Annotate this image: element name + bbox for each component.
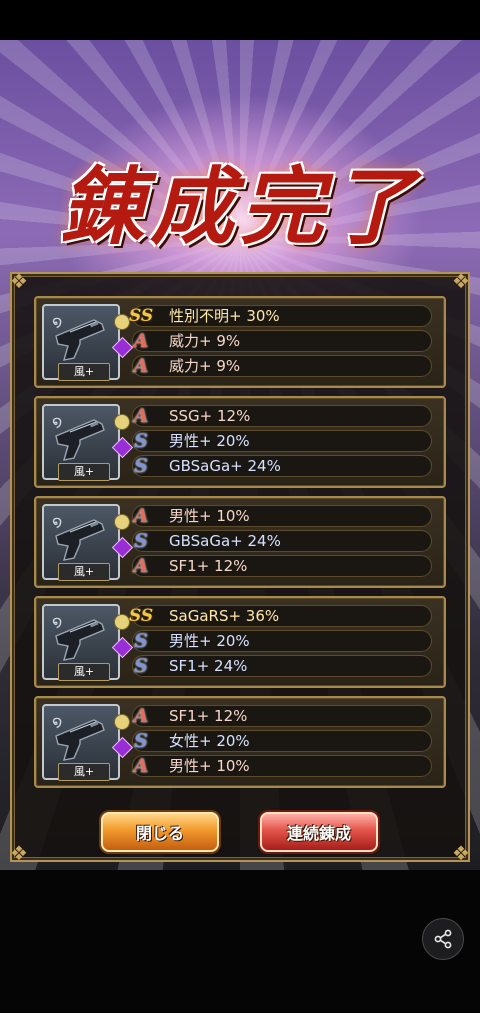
bottom-area xyxy=(0,870,480,1013)
rank-a-icon: A xyxy=(133,705,149,727)
rank-s-icon: S xyxy=(134,530,148,552)
pistol-icon xyxy=(55,419,105,461)
continue-refine-button[interactable]: 連続錬成 xyxy=(260,812,378,852)
status-bar xyxy=(0,0,480,40)
effect-row: A SF1+ 12% xyxy=(132,555,432,577)
weapon-result-card: ໑風+ A SSG+ 12% S 男性+ 20% S GBSaGa+ 24% xyxy=(34,396,446,488)
weapon-result-card: ໑風+ SS SaGaRS+ 36% S 男性+ 20% S SF1+ 24% xyxy=(34,596,446,688)
effect-text: 男性+ 20% xyxy=(169,632,250,650)
gold-gem-icon xyxy=(114,614,130,630)
effect-text: 男性+ 10% xyxy=(169,757,250,775)
rank-ss-icon: SS xyxy=(129,606,154,626)
effect-text: SF1+ 12% xyxy=(169,707,248,725)
effect-row: SS SaGaRS+ 36% xyxy=(129,605,432,627)
effect-text: SF1+ 24% xyxy=(169,657,248,675)
rank-a-icon: A xyxy=(133,505,149,527)
effect-row: S SF1+ 24% xyxy=(132,655,432,677)
effect-text: SSG+ 12% xyxy=(169,407,251,425)
weapon-element-tag: 風+ xyxy=(58,463,110,481)
rank-a-icon: A xyxy=(133,330,149,352)
rank-s-icon: S xyxy=(134,630,148,652)
effect-text: 女性+ 20% xyxy=(169,732,250,750)
effect-row: A 男性+ 10% xyxy=(132,755,432,777)
share-button[interactable] xyxy=(422,918,464,960)
effect-row: S 男性+ 20% xyxy=(132,630,432,652)
weapon-result-card: ໑風+ SS 性別不明+ 30% A 威力+ 9% A 威力+ 9% xyxy=(34,296,446,388)
effect-text: 男性+ 10% xyxy=(169,507,250,525)
effect-text: SaGaRS+ 36% xyxy=(169,607,280,625)
gold-gem-icon xyxy=(114,414,130,430)
effect-text: 威力+ 9% xyxy=(169,357,241,375)
weapon-element-tag: 風+ xyxy=(58,763,110,781)
weapon-result-card: ໑風+ A 男性+ 10% S GBSaGa+ 24% A SF1+ 12% xyxy=(34,496,446,588)
corner-ornament-icon: ❖ xyxy=(452,269,470,293)
rank-a-icon: A xyxy=(133,555,149,577)
gold-gem-icon xyxy=(114,514,130,530)
pistol-icon xyxy=(55,519,105,561)
effect-text: 男性+ 20% xyxy=(169,432,250,450)
effect-row: A 威力+ 9% xyxy=(132,355,432,377)
effect-row: S 男性+ 20% xyxy=(132,430,432,452)
rank-s-icon: S xyxy=(134,455,148,477)
weapon-element-tag: 風+ xyxy=(58,563,110,581)
pistol-icon xyxy=(55,319,105,361)
effect-text: GBSaGa+ 24% xyxy=(169,457,281,475)
effect-row: A SF1+ 12% xyxy=(132,705,432,727)
weapon-thumbnail[interactable]: ໑風+ xyxy=(42,604,134,681)
rank-s-icon: S xyxy=(134,655,148,677)
effect-row: A SSG+ 12% xyxy=(132,405,432,427)
weapon-element-tag: 風+ xyxy=(58,363,110,381)
gold-gem-icon xyxy=(114,314,130,330)
share-icon xyxy=(434,929,452,949)
effect-text: 性別不明+ 30% xyxy=(169,307,280,325)
rank-a-icon: A xyxy=(133,405,149,427)
pistol-icon xyxy=(55,619,105,661)
effect-row: SS 性別不明+ 30% xyxy=(129,305,432,327)
effect-row: S 女性+ 20% xyxy=(132,730,432,752)
effect-row: S GBSaGa+ 24% xyxy=(132,530,432,552)
weapon-thumbnail[interactable]: ໑風+ xyxy=(42,504,134,581)
result-title: 錬成完了 xyxy=(59,156,420,256)
weapon-thumbnail[interactable]: ໑風+ xyxy=(42,704,134,781)
rank-s-icon: S xyxy=(134,730,148,752)
gold-gem-icon xyxy=(114,714,130,730)
effect-text: 威力+ 9% xyxy=(169,332,241,350)
close-button[interactable]: 閉じる xyxy=(101,812,219,852)
weapon-thumbnail[interactable]: ໑風+ xyxy=(42,304,134,381)
corner-ornament-icon: ❖ xyxy=(10,269,28,293)
effect-row: A 威力+ 9% xyxy=(132,330,432,352)
effect-row: S GBSaGa+ 24% xyxy=(132,455,432,477)
rank-ss-icon: SS xyxy=(129,306,154,326)
effect-row: A 男性+ 10% xyxy=(132,505,432,527)
weapon-thumbnail[interactable]: ໑風+ xyxy=(42,404,134,481)
weapon-element-tag: 風+ xyxy=(58,663,110,681)
rank-a-icon: A xyxy=(133,755,149,777)
pistol-icon xyxy=(55,719,105,761)
rank-a-icon: A xyxy=(133,355,149,377)
weapon-result-card: ໑風+ A SF1+ 12% S 女性+ 20% A 男性+ 10% xyxy=(34,696,446,788)
effect-text: GBSaGa+ 24% xyxy=(169,532,281,550)
effect-text: SF1+ 12% xyxy=(169,557,248,575)
corner-ornament-icon: ❖ xyxy=(10,841,28,865)
corner-ornament-icon: ❖ xyxy=(452,841,470,865)
rank-s-icon: S xyxy=(134,430,148,452)
